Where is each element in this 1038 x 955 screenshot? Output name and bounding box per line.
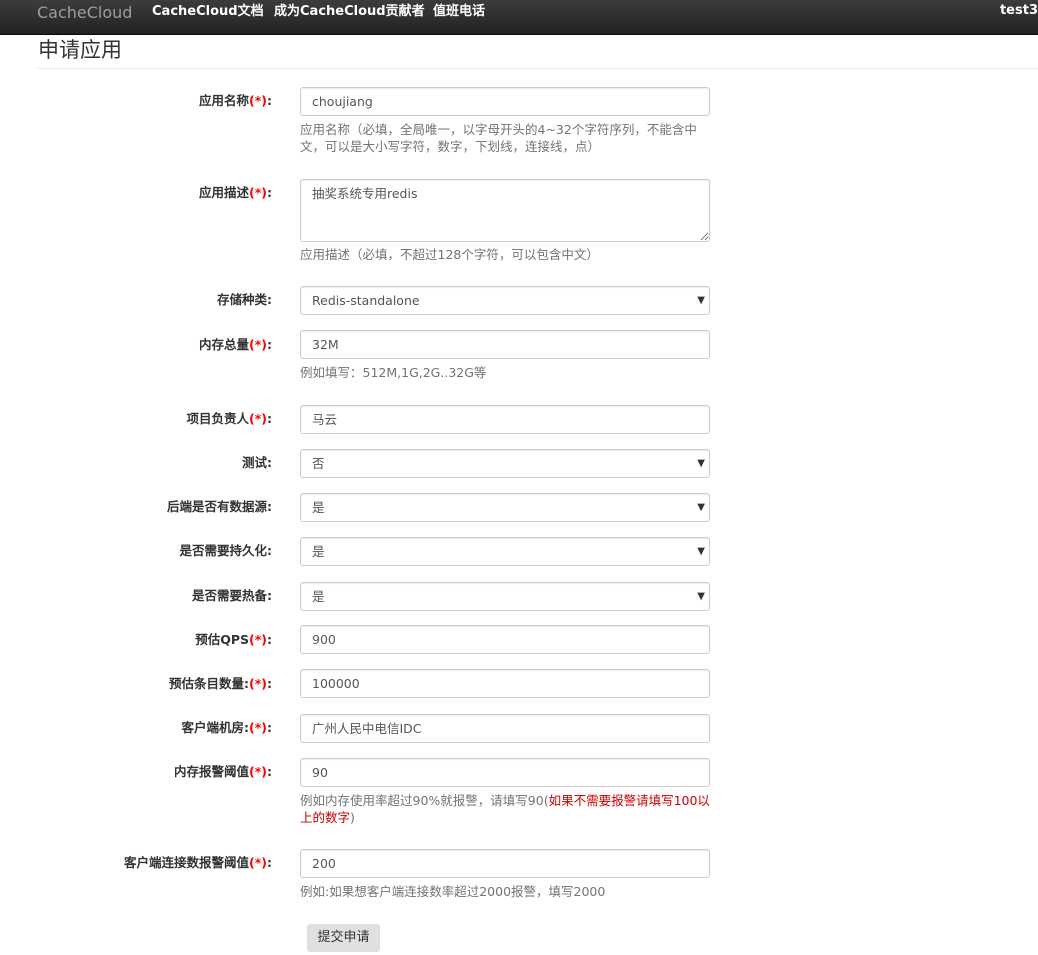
title-divider: [37, 68, 1038, 69]
nav-link-oncall[interactable]: 值班电话: [433, 3, 485, 21]
client-conn-alarm-label: 客户端连接数报警阈值(*):: [124, 855, 272, 870]
item-count-label: 预估条目数量:(*):: [169, 676, 272, 691]
mem-alarm-input[interactable]: 90: [300, 758, 710, 787]
page-title: 申请应用: [38, 38, 122, 62]
hot-backup-select[interactable]: 是 ▼: [300, 582, 710, 611]
mem-alarm-label: 内存报警阈值(*):: [174, 764, 272, 779]
submit-button[interactable]: 提交申请: [307, 924, 380, 952]
is-test-select[interactable]: 否 ▼: [300, 449, 710, 478]
app-desc-label: 应用描述(*):: [199, 185, 272, 200]
chevron-down-icon: ▼: [697, 591, 705, 602]
client-conn-alarm-help: 例如:如果想客户端连接数率超过2000报警，填写2000: [300, 884, 606, 899]
storage-type-label: 存储种类:: [217, 292, 272, 307]
nav-link-contributor[interactable]: 成为CacheCloud贡献者: [274, 3, 425, 21]
client-idc-input[interactable]: 广州人民中电信IDC: [300, 714, 710, 743]
is-test-label: 测试:: [242, 455, 272, 470]
app-name-help: 应用名称（必填，全局唯一，以字母开头的4~32个字符序列，不能含中文，可以是大小…: [300, 122, 697, 154]
app-name-input[interactable]: choujiang: [300, 87, 710, 116]
client-idc-label: 客户端机房:(*):: [181, 720, 272, 735]
memory-total-input[interactable]: 32M: [300, 330, 710, 359]
app-name-label: 应用名称(*):: [199, 93, 272, 108]
item-count-input[interactable]: 100000: [300, 669, 710, 698]
memory-total-help: 例如填写：512M,1G,2G..32G等: [300, 365, 487, 380]
chevron-down-icon: ▼: [697, 458, 705, 469]
client-conn-alarm-input[interactable]: 200: [300, 849, 710, 878]
owner-label: 项目负责人(*):: [186, 411, 272, 426]
persistence-label: 是否需要持久化:: [179, 543, 273, 558]
user-menu[interactable]: test3: [1000, 3, 1038, 18]
hot-backup-label: 是否需要热备:: [192, 588, 272, 603]
app-desc-help: 应用描述（必填，不超过128个字符，可以包含中文）: [300, 247, 599, 262]
top-navbar: CacheCloud CacheCloud文档 成为CacheCloud贡献者 …: [0, 0, 1038, 35]
qps-label: 预估QPS(*):: [195, 632, 272, 647]
brand-logo[interactable]: CacheCloud: [37, 3, 132, 23]
nav-link-docs[interactable]: CacheCloud文档: [152, 3, 264, 21]
memory-total-label: 内存总量(*):: [199, 337, 272, 352]
has-datasource-label: 后端是否有数据源:: [167, 499, 272, 514]
persistence-select[interactable]: 是 ▼: [300, 537, 710, 566]
storage-type-select[interactable]: Redis-standalone ▼: [300, 286, 710, 315]
mem-alarm-help: 例如内存使用率超过90%就报警，请填写90(如果不需要报警请填写100以上的数字…: [300, 793, 710, 825]
qps-input[interactable]: 900: [300, 625, 710, 654]
chevron-down-icon: ▼: [697, 502, 705, 513]
chevron-down-icon: ▼: [697, 295, 705, 306]
app-desc-textarea[interactable]: 抽奖系统专用redis: [300, 179, 710, 242]
has-datasource-select[interactable]: 是 ▼: [300, 493, 710, 522]
chevron-down-icon: ▼: [697, 546, 705, 557]
owner-input[interactable]: 马云: [300, 405, 710, 434]
